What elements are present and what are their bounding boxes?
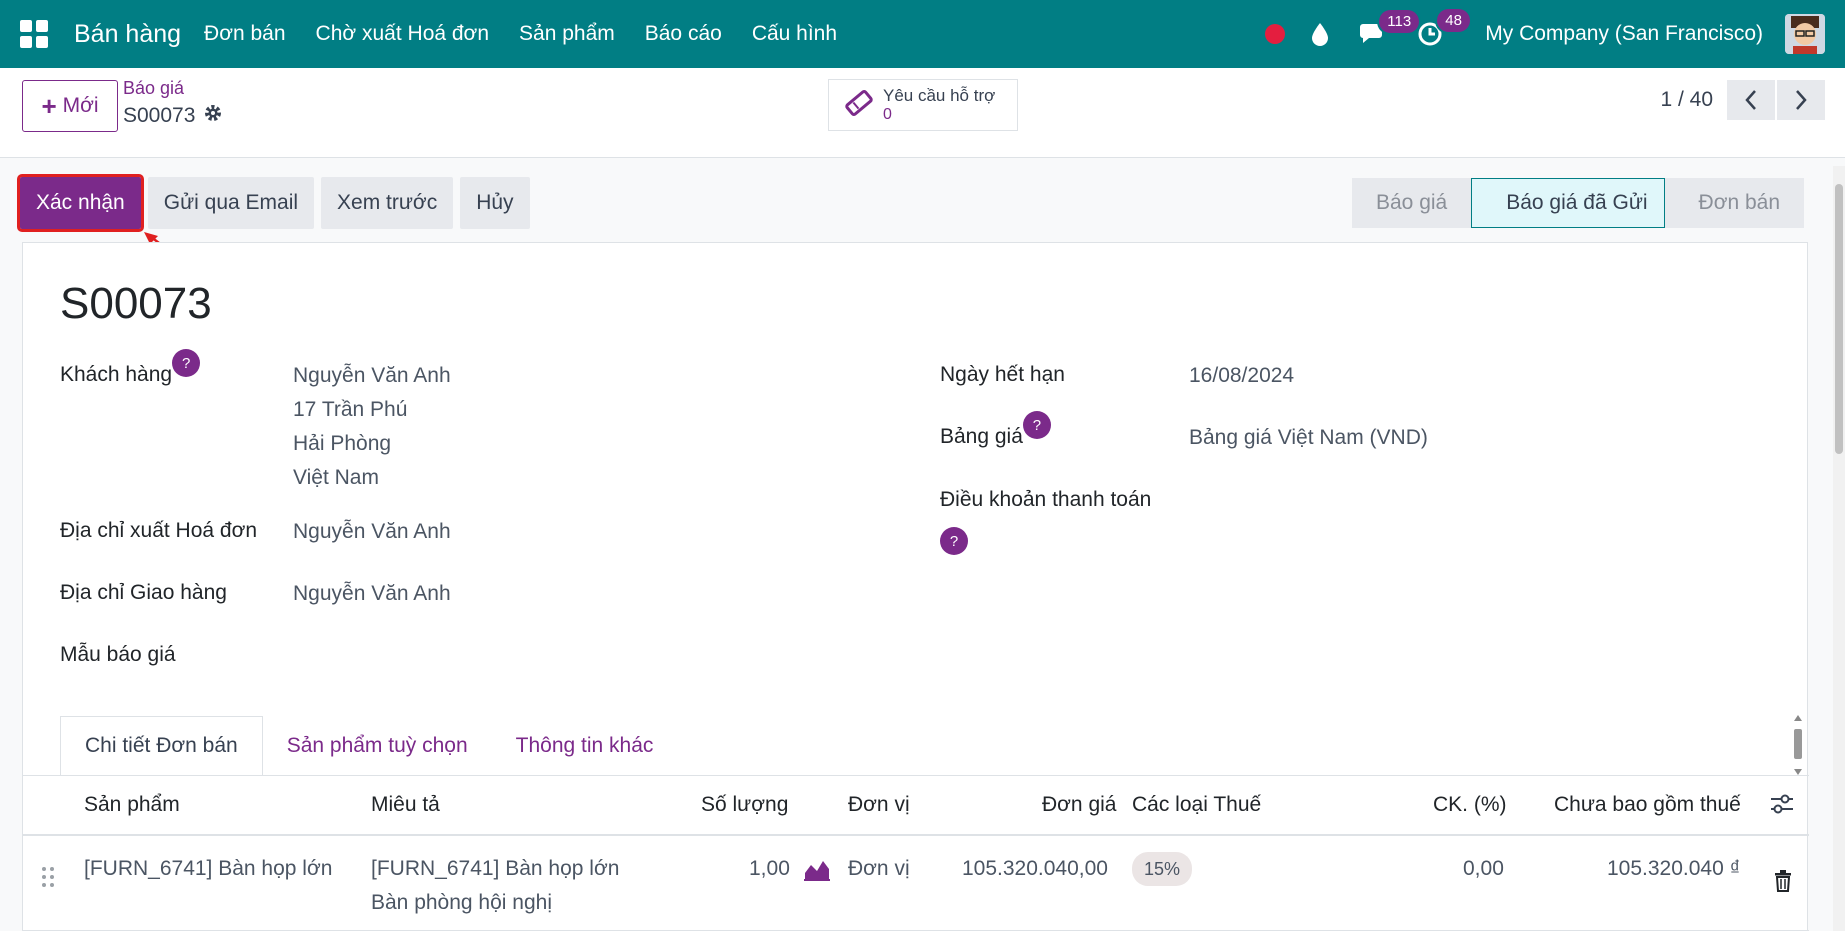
breadcrumb-current: S00073 [123, 104, 196, 127]
droplet-icon[interactable] [1311, 22, 1329, 46]
row-description-line-1: [FURN_6741] Bàn họp lớn [371, 857, 620, 880]
cancel-button[interactable]: Hủy [460, 177, 530, 229]
navbar-systray: 113 48 My Company (San Francisco) [1265, 0, 1825, 68]
user-avatar[interactable] [1785, 14, 1825, 54]
activity-count-badge: 48 [1435, 7, 1472, 34]
recording-icon[interactable] [1265, 24, 1286, 44]
customer-street: 17 Trần Phú [293, 398, 408, 421]
customer-label: Khách hàng? [60, 349, 201, 391]
expiry-field[interactable]: 16/08/2024 [1189, 359, 1294, 393]
quotation-template-label: Mẫu báo giá [60, 643, 176, 666]
help-icon[interactable]: ? [172, 349, 201, 377]
pricelist-field[interactable]: Bảng giá Việt Nam (VND) [1189, 421, 1428, 455]
tab-order-lines[interactable]: Chi tiết Đơn bán [60, 716, 263, 776]
support-ticket-button[interactable]: Yêu cầu hỗ trợ 0 [828, 79, 1018, 131]
company-switcher[interactable]: My Company (San Francisco) [1485, 22, 1763, 46]
pricelist-label-text: Bảng giá [940, 425, 1023, 448]
drag-handle-icon[interactable] [41, 866, 55, 893]
pricelist-label: Bảng giá? [940, 411, 1051, 453]
row-quantity[interactable]: 1,00 [749, 852, 790, 886]
control-panel: + Mới Báo giá S00073 Yêu cầu hỗ trợ 0 1 /… [0, 68, 1845, 158]
tab-optional-products[interactable]: Sản phẩm tuỳ chọn [263, 716, 492, 776]
row-unit-price[interactable]: 105.320.040,00 [962, 852, 1108, 886]
menu-item-configuration[interactable]: Cấu hình [737, 22, 852, 46]
scrollbar-thumb[interactable] [1835, 184, 1843, 454]
row-taxes[interactable]: 15% [1132, 852, 1193, 886]
row-subtotal: 105.320.040 ₫ [1607, 857, 1741, 880]
tab-other-info[interactable]: Thông tin khác [492, 716, 678, 776]
help-icon[interactable]: ? [940, 527, 968, 555]
forecast-chart-icon[interactable] [804, 859, 830, 886]
row-description[interactable]: [FURN_6741] Bàn họp lớn Bàn phòng hội ng… [371, 852, 619, 920]
activity-clock-icon[interactable]: 48 [1417, 7, 1472, 47]
support-count: 0 [883, 106, 892, 123]
customer-city: Hải Phòng [293, 432, 392, 455]
column-settings-icon[interactable] [1769, 792, 1795, 821]
chevron-left-icon [1745, 90, 1756, 110]
preview-button[interactable]: Xem trước [321, 177, 454, 229]
menu-item-reporting[interactable]: Báo cáo [630, 22, 737, 46]
column-unit[interactable]: Đơn vị [848, 793, 910, 817]
new-button-label: Mới [62, 94, 99, 117]
customer-country: Việt Nam [293, 466, 379, 489]
order-lines-header: Sản phẩm Miêu tả Số lượng Đơn vị Đơn giá… [23, 776, 1809, 836]
delivery-address-field[interactable]: Nguyễn Văn Anh [293, 577, 451, 611]
confirm-button[interactable]: Xác nhận [17, 174, 144, 232]
page-scrollbar[interactable] [1833, 166, 1845, 931]
send-email-button[interactable]: Gửi qua Email [147, 177, 315, 229]
stage-sales-order[interactable]: Đơn bán [1664, 178, 1805, 228]
stage-quotation[interactable]: Báo giá [1352, 178, 1472, 228]
chat-icon[interactable]: 113 [1359, 8, 1422, 46]
app-name[interactable]: Bán hàng [74, 20, 181, 49]
action-buttons: Xác nhận Gửi qua Email Xem trước Hủy [17, 174, 537, 232]
column-description[interactable]: Miêu tả [371, 793, 440, 817]
ticket-icon [843, 87, 875, 124]
record-title: S00073 [60, 279, 212, 328]
column-taxes[interactable]: Các loại Thuế [1132, 793, 1261, 817]
column-product[interactable]: Sản phẩm [84, 793, 180, 817]
stage-quotation-sent[interactable]: Báo giá đã Gửi [1471, 178, 1665, 228]
new-button[interactable]: + Mới [22, 80, 118, 132]
menu-item-to-invoice[interactable]: Chờ xuất Hoá đơn [301, 22, 504, 46]
chat-count-badge: 113 [1377, 8, 1422, 35]
row-description-line-2: Bàn phòng hội nghị [371, 891, 552, 914]
form-sheet: S00073 Khách hàng? Nguyễn Văn Anh 17 Trầ… [22, 242, 1809, 931]
payment-terms-label: Điều khoản thanh toán [940, 488, 1152, 511]
pager: 1 / 40 [1660, 80, 1825, 120]
row-discount[interactable]: 0,00 [1463, 852, 1504, 886]
breadcrumb-parent[interactable]: Báo giá [123, 78, 223, 99]
tax-badge: 15% [1132, 852, 1193, 886]
column-quantity[interactable]: Số lượng [701, 793, 788, 817]
breadcrumb: Báo giá S00073 [123, 78, 223, 129]
invoice-address-label: Địa chỉ xuất Hoá đơn [60, 519, 258, 542]
pager-value[interactable]: 1 / 40 [1660, 88, 1713, 112]
support-label: Yêu cầu hỗ trợ [883, 86, 996, 105]
top-navbar: Bán hàng Đơn bán Chờ xuất Hoá đơn Sản ph… [0, 0, 1845, 68]
table-row[interactable]: [FURN_6741] Bàn họp lớn [FURN_6741] Bàn … [23, 836, 1809, 931]
notebook-tabs: Chi tiết Đơn bán Sản phẩm tuỳ chọn Thông… [60, 716, 677, 776]
main-menu: Đơn bán Chờ xuất Hoá đơn Sản phẩm Báo cá… [189, 22, 852, 46]
customer-field[interactable]: Nguyễn Văn Anh 17 Trần Phú Hải Phòng Việ… [293, 359, 451, 495]
column-subtotal[interactable]: Chưa bao gồm thuế [1554, 793, 1741, 817]
row-unit[interactable]: Đơn vị [848, 852, 910, 886]
delivery-address-label: Địa chỉ Giao hàng [60, 581, 227, 604]
expiry-label: Ngày hết hạn [940, 363, 1065, 386]
help-icon[interactable]: ? [1022, 411, 1051, 439]
customer-label-text: Khách hàng [60, 363, 173, 386]
tab-scrollbar[interactable] [1793, 715, 1803, 775]
gear-icon[interactable] [203, 103, 223, 129]
status-bar: Báo giá Báo giá đã Gửi Đơn bán [1352, 178, 1805, 228]
column-unit-price[interactable]: Đơn giá [1042, 793, 1116, 817]
menu-item-products[interactable]: Sản phẩm [504, 22, 630, 46]
customer-name: Nguyễn Văn Anh [293, 364, 451, 387]
pager-next-button[interactable] [1777, 80, 1825, 120]
chevron-right-icon [1796, 90, 1807, 110]
pager-previous-button[interactable] [1727, 80, 1775, 120]
apps-menu-icon[interactable] [20, 20, 48, 48]
trash-icon[interactable] [1774, 870, 1792, 897]
column-discount[interactable]: CK. (%) [1433, 793, 1507, 817]
row-product[interactable]: [FURN_6741] Bàn họp lớn [84, 852, 332, 886]
menu-item-orders[interactable]: Đơn bán [189, 22, 301, 46]
invoice-address-field[interactable]: Nguyễn Văn Anh [293, 515, 451, 549]
